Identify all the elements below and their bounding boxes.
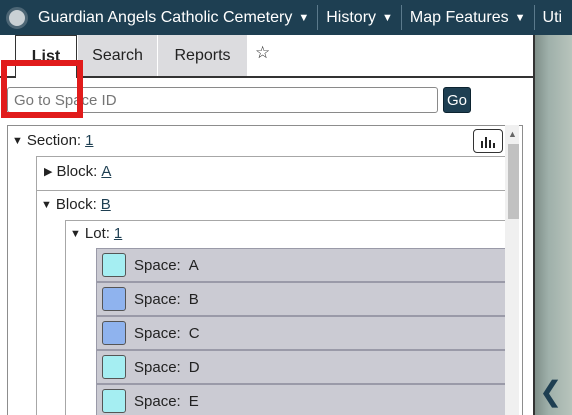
space-color-swatch bbox=[102, 321, 126, 345]
chevron-down-icon: ▼ bbox=[298, 11, 310, 24]
cemetery-logo-icon bbox=[6, 6, 28, 29]
tab-reports[interactable]: Reports bbox=[158, 35, 247, 76]
utilities-menu[interactable]: Uti bbox=[535, 0, 571, 35]
space-color-swatch bbox=[102, 253, 126, 277]
map-features-menu-label: Map Features bbox=[409, 8, 509, 26]
space-row[interactable]: Space: E bbox=[96, 384, 509, 415]
chevron-down-icon: ▼ bbox=[514, 11, 526, 24]
block-a-link[interactable]: A bbox=[101, 163, 111, 180]
list-tab-highlight bbox=[1, 60, 83, 118]
space-row[interactable]: Space: A bbox=[96, 248, 509, 282]
tree-block-b-row[interactable]: ▼ Block: B bbox=[41, 196, 111, 213]
section-link[interactable]: 1 bbox=[85, 132, 93, 149]
block-b-label: Block: bbox=[55, 196, 97, 213]
map-features-menu[interactable]: Map Features ▼ bbox=[402, 0, 534, 35]
space-color-swatch bbox=[102, 355, 126, 379]
space-label: Space: bbox=[134, 392, 181, 410]
space-color-swatch bbox=[102, 389, 126, 413]
space-id: E bbox=[188, 392, 199, 410]
scroll-up-arrow-icon[interactable]: ▲ bbox=[508, 129, 517, 139]
star-icon[interactable]: ☆ bbox=[255, 43, 270, 63]
cemetery-menu-label: Guardian Angels Catholic Cemetery bbox=[38, 8, 293, 26]
tab-search-label: Search bbox=[92, 46, 143, 64]
caret-down-icon[interactable]: ▼ bbox=[41, 199, 52, 211]
caret-right-icon[interactable]: ▶ bbox=[44, 165, 52, 178]
space-row[interactable]: Space: D bbox=[96, 350, 509, 384]
history-menu[interactable]: History ▼ bbox=[318, 0, 401, 35]
lot-link[interactable]: 1 bbox=[114, 225, 122, 242]
space-id: B bbox=[188, 290, 199, 308]
utilities-menu-label: Uti bbox=[542, 8, 563, 26]
lot-label: Lot: bbox=[84, 225, 110, 242]
space-label: Space: bbox=[134, 290, 181, 308]
tree-block-a-row[interactable]: ▶ Block: A bbox=[44, 163, 111, 180]
chart-icon[interactable] bbox=[473, 129, 503, 153]
space-label: Space: bbox=[134, 324, 181, 342]
section-label: Section: bbox=[26, 132, 82, 149]
space-id: C bbox=[188, 324, 200, 342]
space-label: Space: bbox=[134, 358, 181, 376]
panel-divider bbox=[533, 35, 535, 415]
tab-reports-label: Reports bbox=[174, 46, 231, 64]
space-tree: ▼ Section: 1 ▶ Block: A ▼ Block: B ▼ Lot… bbox=[7, 125, 523, 415]
map-view[interactable] bbox=[533, 35, 572, 415]
history-menu-label: History bbox=[326, 8, 377, 26]
space-row[interactable]: Space: C bbox=[96, 316, 509, 350]
caret-down-icon[interactable]: ▼ bbox=[70, 228, 81, 240]
caret-down-icon[interactable]: ▼ bbox=[12, 135, 23, 147]
tree-lot-row[interactable]: ▼ Lot: 1 bbox=[70, 225, 122, 242]
block-a-label: Block: bbox=[56, 163, 98, 180]
scroll-thumb[interactable] bbox=[508, 144, 519, 219]
space-row[interactable]: Space: B bbox=[96, 282, 509, 316]
top-navbar: Guardian Angels Catholic Cemetery ▼ Hist… bbox=[0, 0, 572, 35]
cemetery-menu[interactable]: Guardian Angels Catholic Cemetery ▼ bbox=[30, 0, 317, 35]
chevron-down-icon: ▼ bbox=[382, 11, 393, 24]
tree-section-row[interactable]: ▼ Section: 1 bbox=[12, 132, 93, 149]
go-button[interactable]: Go bbox=[443, 87, 471, 113]
space-id: D bbox=[188, 358, 200, 376]
chevron-left-icon[interactable]: ❮ bbox=[539, 375, 562, 408]
side-panel: List Search Reports ☆ Go ▼ Section: 1 bbox=[0, 35, 533, 415]
tab-search[interactable]: Search bbox=[78, 35, 157, 76]
space-label: Space: bbox=[134, 256, 181, 274]
space-color-swatch bbox=[102, 287, 126, 311]
space-id: A bbox=[188, 256, 199, 274]
tree-scrollbar[interactable]: ▲ bbox=[505, 125, 519, 415]
block-b-link[interactable]: B bbox=[101, 196, 111, 213]
